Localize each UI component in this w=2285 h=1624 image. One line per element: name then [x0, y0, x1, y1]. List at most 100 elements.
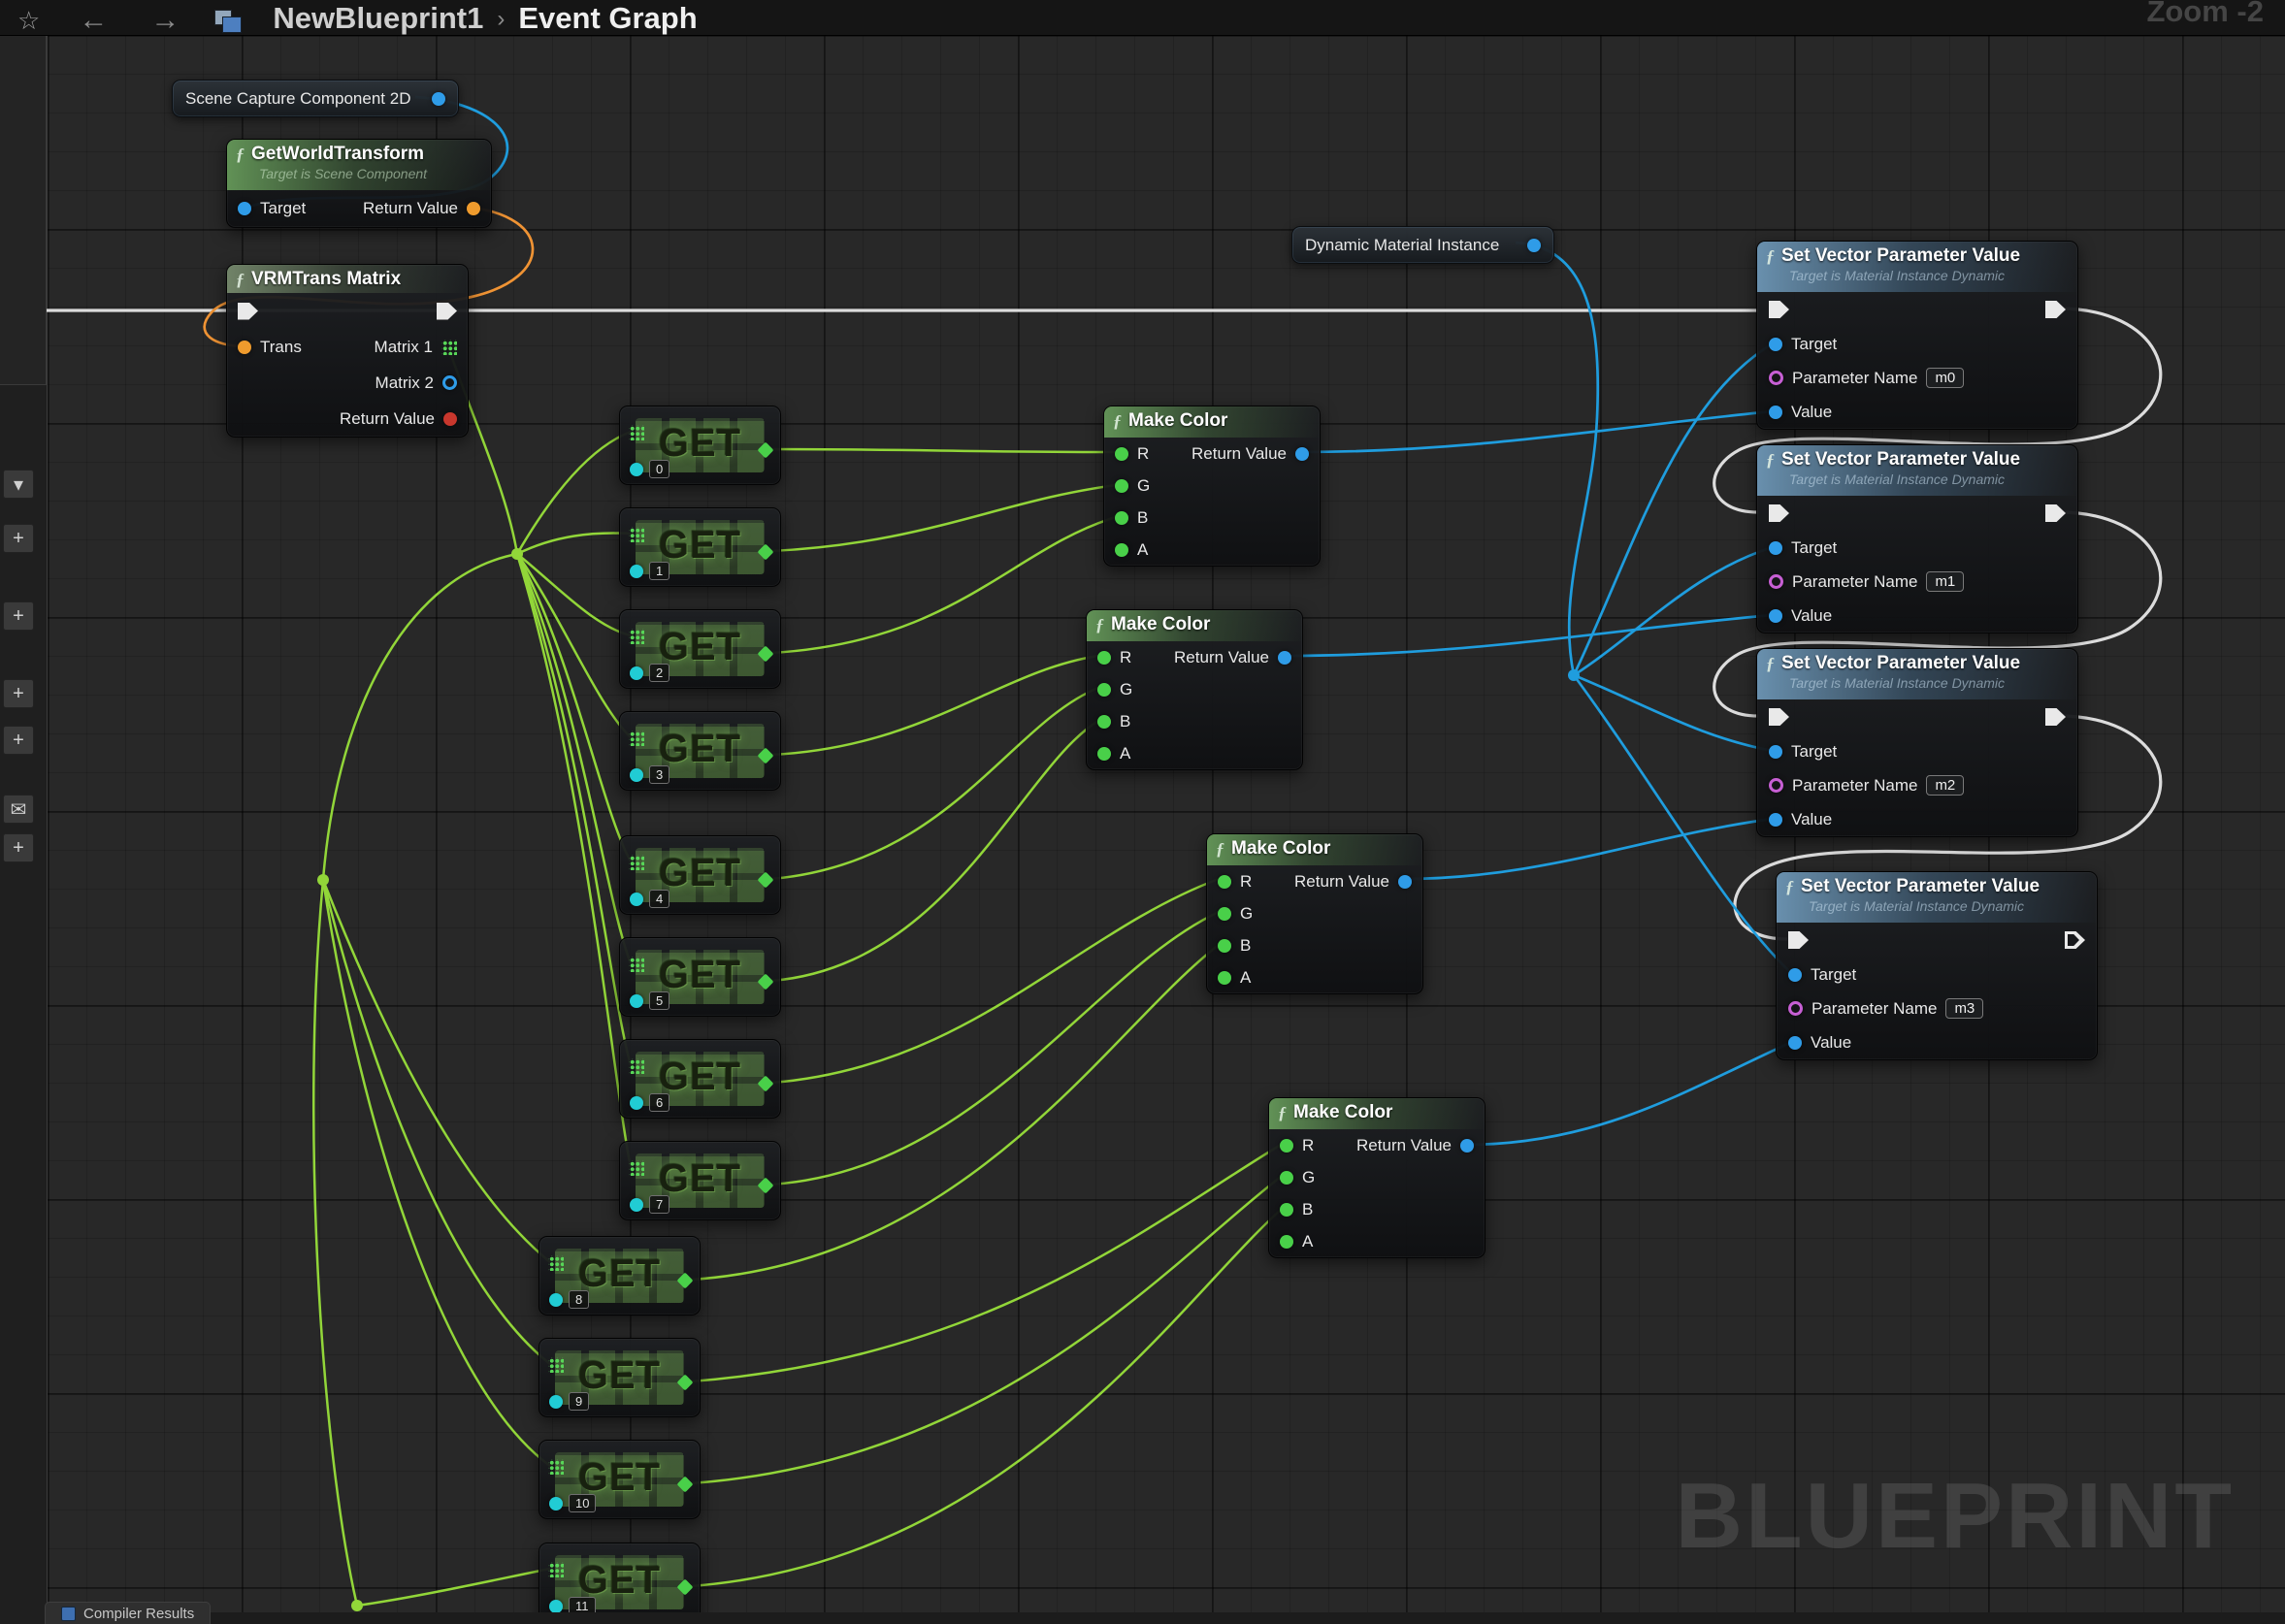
node-header[interactable]: ƒSet Vector Parameter Value Target is Ma…: [1757, 242, 2077, 292]
node-header[interactable]: ƒMake Color: [1087, 610, 1302, 641]
index-input-pin[interactable]: [549, 1497, 563, 1510]
array-get-node[interactable]: GET 9: [539, 1338, 701, 1417]
target-input-pin[interactable]: [238, 202, 251, 215]
b-input-pin[interactable]: [1115, 511, 1128, 525]
value-input-pin[interactable]: [1769, 406, 1782, 419]
parameter-name-input-pin[interactable]: [1788, 1001, 1803, 1016]
exec-in-pin[interactable]: [1769, 504, 1789, 522]
variable-node-scene-capture[interactable]: Scene Capture Component 2D: [172, 80, 459, 117]
parameter-name-input-pin[interactable]: [1769, 574, 1783, 589]
index-value[interactable]: 9: [569, 1392, 589, 1411]
node-header[interactable]: ƒ GetWorldTransform Target is Scene Comp…: [227, 140, 491, 190]
node-header[interactable]: ƒSet Vector Parameter Value Target is Ma…: [1777, 872, 2097, 923]
index-input-pin[interactable]: [630, 893, 643, 906]
parameter-name-input-pin[interactable]: [1769, 778, 1783, 793]
add-button[interactable]: +: [3, 679, 34, 708]
exec-out-pin[interactable]: [2065, 931, 2085, 949]
index-input-pin[interactable]: [630, 565, 643, 578]
breadcrumb-graph-name[interactable]: Event Graph: [518, 2, 697, 35]
matrix2-output-pin[interactable]: [442, 375, 457, 390]
array-get-node[interactable]: GET 11: [539, 1543, 701, 1622]
make-color-node[interactable]: ƒMake Color R Return Value G B A: [1206, 833, 1423, 994]
return-value-output-pin[interactable]: [1278, 651, 1291, 665]
add-button[interactable]: +: [3, 601, 34, 631]
matrix1-array-output-pin[interactable]: [441, 340, 457, 355]
node-header[interactable]: ƒ VRMTrans Matrix: [227, 265, 468, 293]
target-input-pin[interactable]: [1769, 541, 1782, 555]
array-get-node[interactable]: GET 4: [619, 835, 781, 915]
index-input-pin[interactable]: [630, 666, 643, 680]
a-input-pin[interactable]: [1280, 1235, 1293, 1249]
index-input-pin[interactable]: [630, 1198, 643, 1212]
return-value-output-pin[interactable]: [1398, 875, 1412, 889]
index-input-pin[interactable]: [549, 1600, 563, 1613]
array-get-node[interactable]: GET 2: [619, 609, 781, 689]
b-input-pin[interactable]: [1280, 1203, 1293, 1217]
chevron-down-icon[interactable]: ▾: [3, 470, 34, 499]
node-header[interactable]: ƒSet Vector Parameter Value Target is Ma…: [1757, 649, 2077, 699]
add-button[interactable]: +: [3, 726, 34, 755]
return-value-output-pin[interactable]: [443, 412, 457, 426]
exec-out-pin[interactable]: [437, 303, 457, 320]
array-get-node[interactable]: GET 7: [619, 1141, 781, 1220]
set-vector-parameter-node[interactable]: ƒSet Vector Parameter Value Target is Ma…: [1756, 241, 2078, 430]
exec-in-pin[interactable]: [1769, 708, 1789, 726]
parameter-name-value[interactable]: m0: [1926, 368, 1964, 388]
index-value[interactable]: 7: [649, 1195, 669, 1214]
return-value-output-pin[interactable]: [1295, 447, 1309, 461]
index-value[interactable]: 3: [649, 765, 669, 784]
compiler-results-tab[interactable]: Compiler Results: [45, 1602, 211, 1624]
index-input-pin[interactable]: [549, 1395, 563, 1409]
target-input-pin[interactable]: [1788, 968, 1802, 982]
target-input-pin[interactable]: [1769, 745, 1782, 759]
add-button[interactable]: +: [3, 524, 34, 553]
array-get-node[interactable]: GET 5: [619, 937, 781, 1017]
index-value[interactable]: 0: [649, 460, 669, 478]
mail-icon[interactable]: ✉: [3, 795, 34, 824]
a-input-pin[interactable]: [1115, 543, 1128, 557]
index-value[interactable]: 5: [649, 991, 669, 1010]
array-get-node[interactable]: GET 0: [619, 406, 781, 485]
g-input-pin[interactable]: [1097, 683, 1111, 697]
set-vector-parameter-node[interactable]: ƒSet Vector Parameter Value Target is Ma…: [1776, 871, 2098, 1060]
r-input-pin[interactable]: [1280, 1139, 1293, 1153]
add-button[interactable]: +: [3, 833, 34, 862]
set-vector-parameter-node[interactable]: ƒSet Vector Parameter Value Target is Ma…: [1756, 444, 2078, 633]
index-value[interactable]: 1: [649, 562, 669, 580]
value-input-pin[interactable]: [1769, 813, 1782, 827]
exec-out-pin[interactable]: [2045, 708, 2066, 726]
index-value[interactable]: 4: [649, 890, 669, 908]
index-input-pin[interactable]: [549, 1293, 563, 1307]
breadcrumb-blueprint-name[interactable]: NewBlueprint1: [273, 2, 483, 35]
value-input-pin[interactable]: [1788, 1036, 1802, 1050]
a-input-pin[interactable]: [1218, 971, 1231, 985]
r-input-pin[interactable]: [1097, 651, 1111, 665]
back-icon[interactable]: ←: [79, 6, 108, 35]
exec-out-pin[interactable]: [2045, 504, 2066, 522]
r-input-pin[interactable]: [1218, 875, 1231, 889]
array-get-node[interactable]: GET 6: [619, 1039, 781, 1119]
value-input-pin[interactable]: [1769, 609, 1782, 623]
trans-input-pin[interactable]: [238, 341, 251, 354]
r-input-pin[interactable]: [1115, 447, 1128, 461]
exec-in-pin[interactable]: [238, 303, 258, 320]
index-value[interactable]: 10: [569, 1494, 596, 1512]
object-output-pin[interactable]: [1527, 239, 1541, 252]
b-input-pin[interactable]: [1097, 715, 1111, 729]
exec-out-pin[interactable]: [2045, 301, 2066, 318]
variable-node-dynamic-material[interactable]: Dynamic Material Instance: [1291, 226, 1554, 264]
target-input-pin[interactable]: [1769, 338, 1782, 351]
array-get-node[interactable]: GET 3: [619, 711, 781, 791]
exec-in-pin[interactable]: [1788, 931, 1809, 949]
favorite-star-icon[interactable]: ☆: [17, 6, 40, 35]
index-input-pin[interactable]: [630, 463, 643, 476]
return-value-output-pin[interactable]: [1460, 1139, 1474, 1153]
g-input-pin[interactable]: [1115, 479, 1128, 493]
index-input-pin[interactable]: [630, 1096, 643, 1110]
exec-in-pin[interactable]: [1769, 301, 1789, 318]
a-input-pin[interactable]: [1097, 747, 1111, 761]
node-header[interactable]: ƒSet Vector Parameter Value Target is Ma…: [1757, 445, 2077, 496]
return-value-output-pin[interactable]: [467, 202, 480, 215]
array-get-node[interactable]: GET 8: [539, 1236, 701, 1315]
index-input-pin[interactable]: [630, 994, 643, 1008]
